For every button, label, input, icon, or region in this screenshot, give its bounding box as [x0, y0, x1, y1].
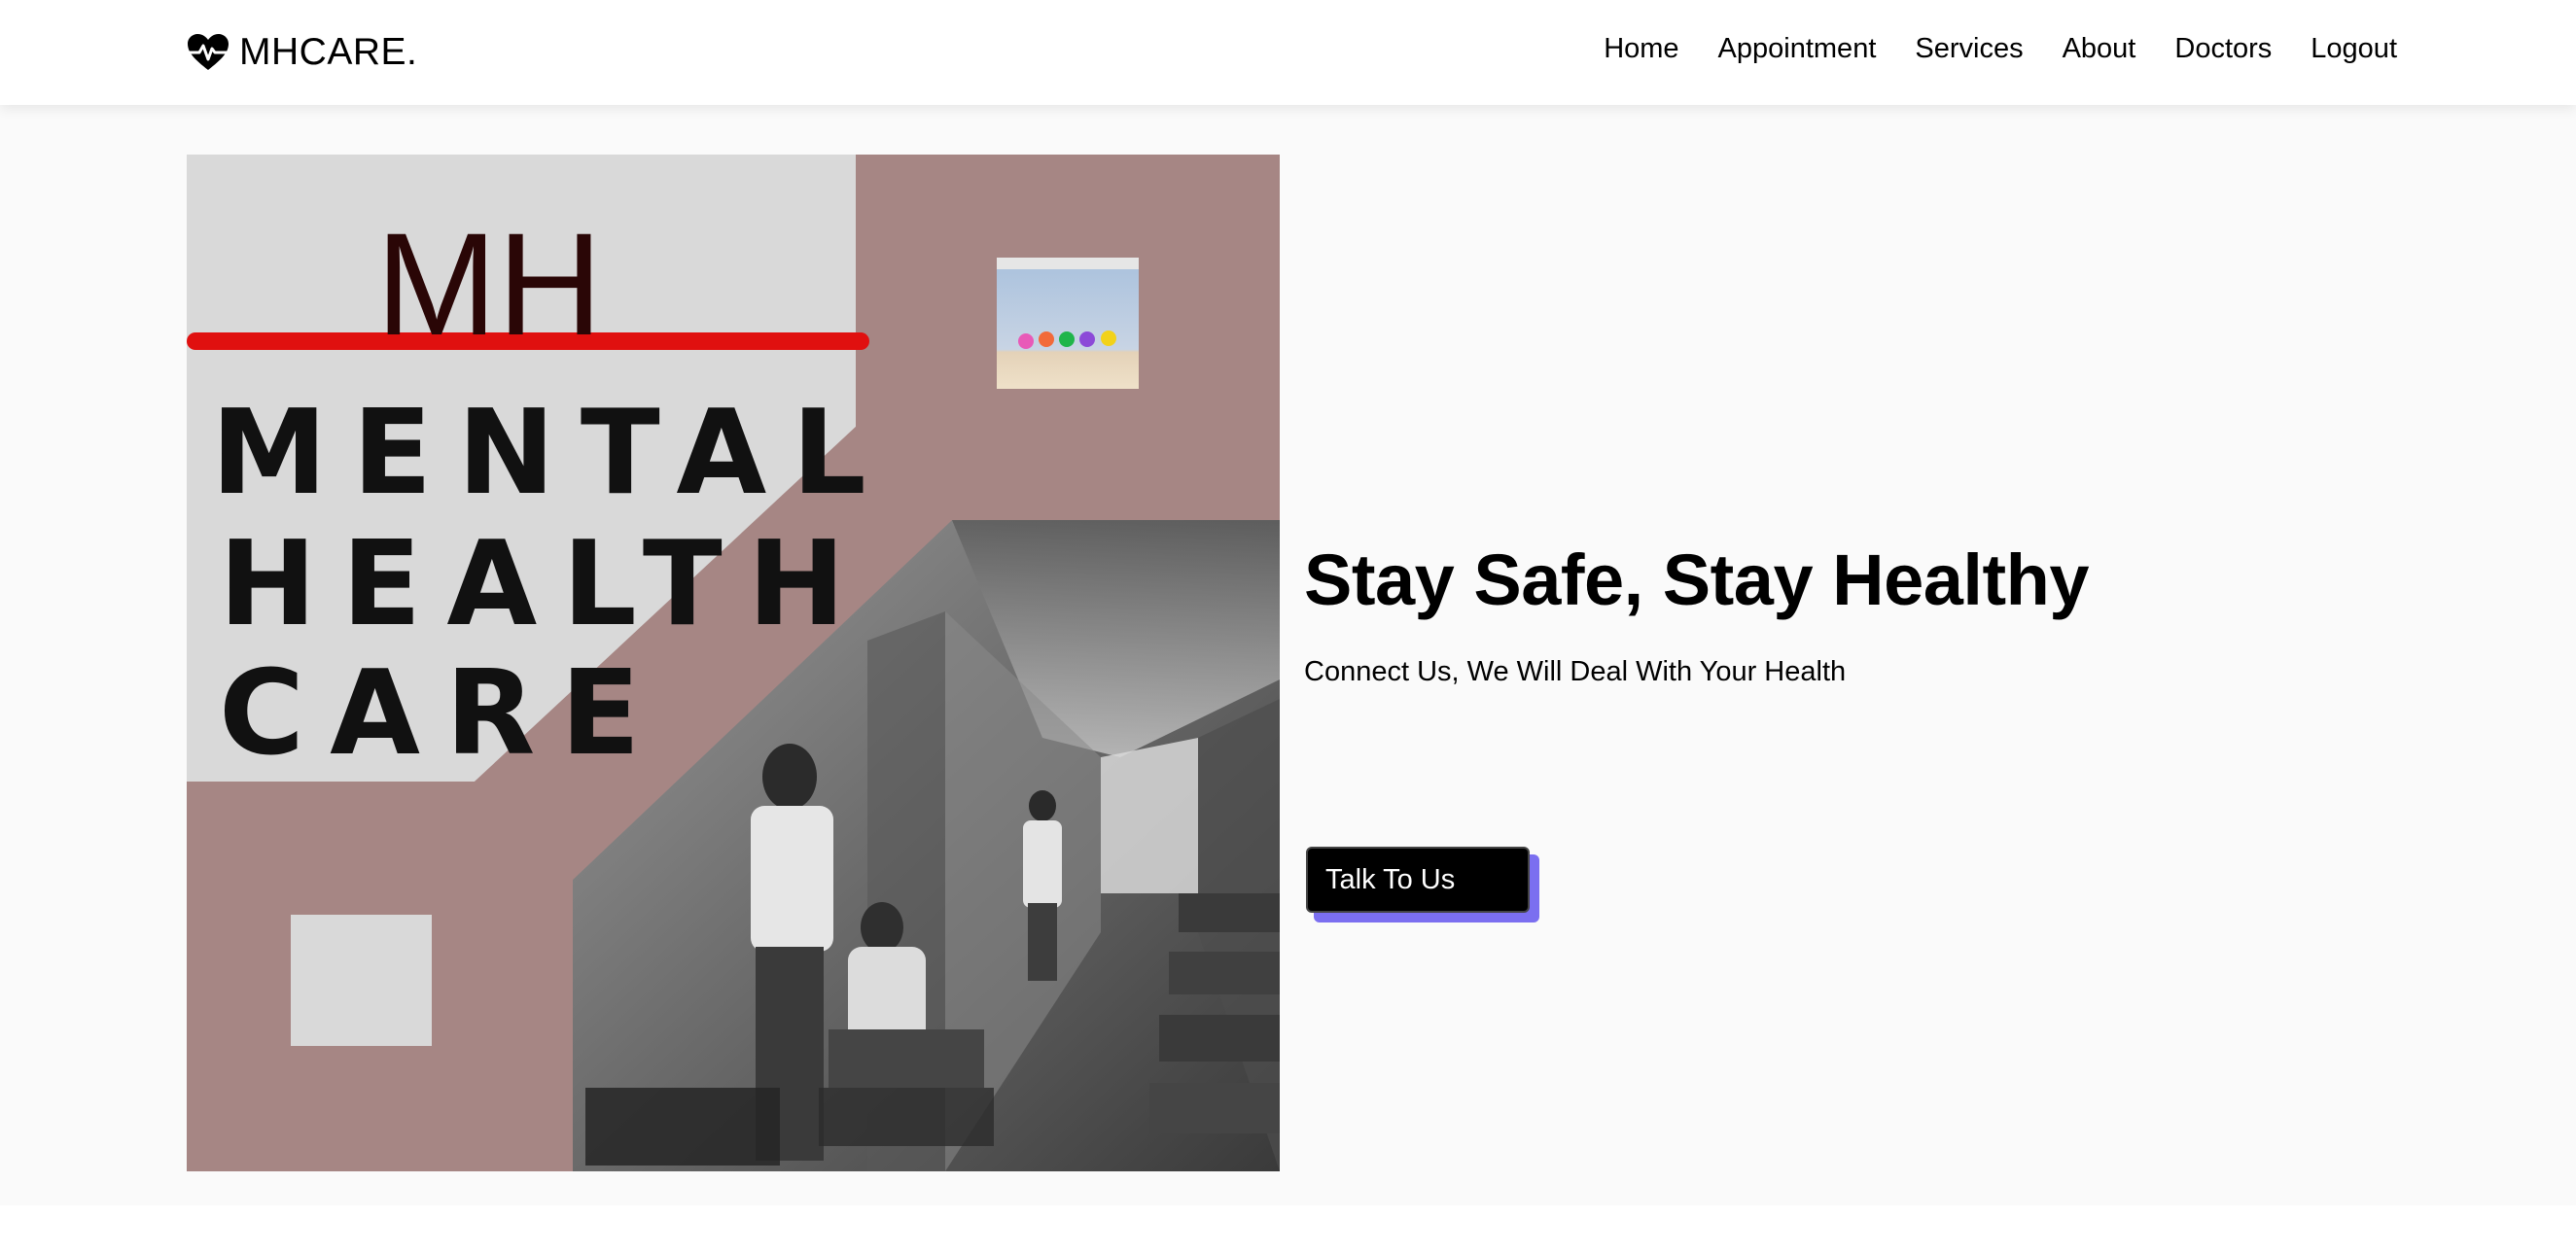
hero-copy: Stay Safe, Stay Healthy Connect Us, We W…	[1304, 539, 2089, 688]
hero-poster-image: MH MENTAL HEALTH CARE	[187, 155, 1280, 1171]
nav-services[interactable]: Services	[1915, 33, 2023, 64]
nav-about[interactable]: About	[2063, 33, 2136, 64]
poster-monogram: MH	[375, 202, 602, 365]
poster-line-1: MENTAL	[211, 386, 892, 521]
nav-doctors[interactable]: Doctors	[2174, 33, 2272, 64]
poster-line-3: CARE	[219, 646, 665, 782]
nav-appointment[interactable]: Appointment	[1718, 33, 1877, 64]
talk-to-us-cta: Talk To Us	[1306, 847, 1539, 922]
brand-logo[interactable]: MHCARE.	[187, 29, 417, 76]
navbar: MHCARE. Home Appointment Services About …	[0, 0, 2576, 105]
nav-logout[interactable]: Logout	[2311, 33, 2397, 64]
hero-title: Stay Safe, Stay Healthy	[1304, 539, 2089, 620]
main-nav: Home Appointment Services About Doctors …	[1604, 33, 2397, 65]
brand-name: MHCARE.	[239, 31, 418, 73]
poster-line-2: HEALTH	[219, 517, 870, 652]
poster-thumbnail	[997, 258, 1139, 389]
poster-gray-square	[291, 915, 432, 1046]
talk-to-us-button[interactable]: Talk To Us	[1306, 847, 1530, 913]
nav-home[interactable]: Home	[1604, 33, 1678, 64]
poster-graphic: MH MENTAL HEALTH CARE	[187, 155, 1280, 1171]
heartbeat-icon	[188, 34, 229, 70]
hero-section: MH MENTAL HEALTH CARE Stay Safe, Stay He…	[0, 105, 2576, 1205]
hero-subtitle: Connect Us, We Will Deal With Your Healt…	[1304, 656, 1847, 687]
